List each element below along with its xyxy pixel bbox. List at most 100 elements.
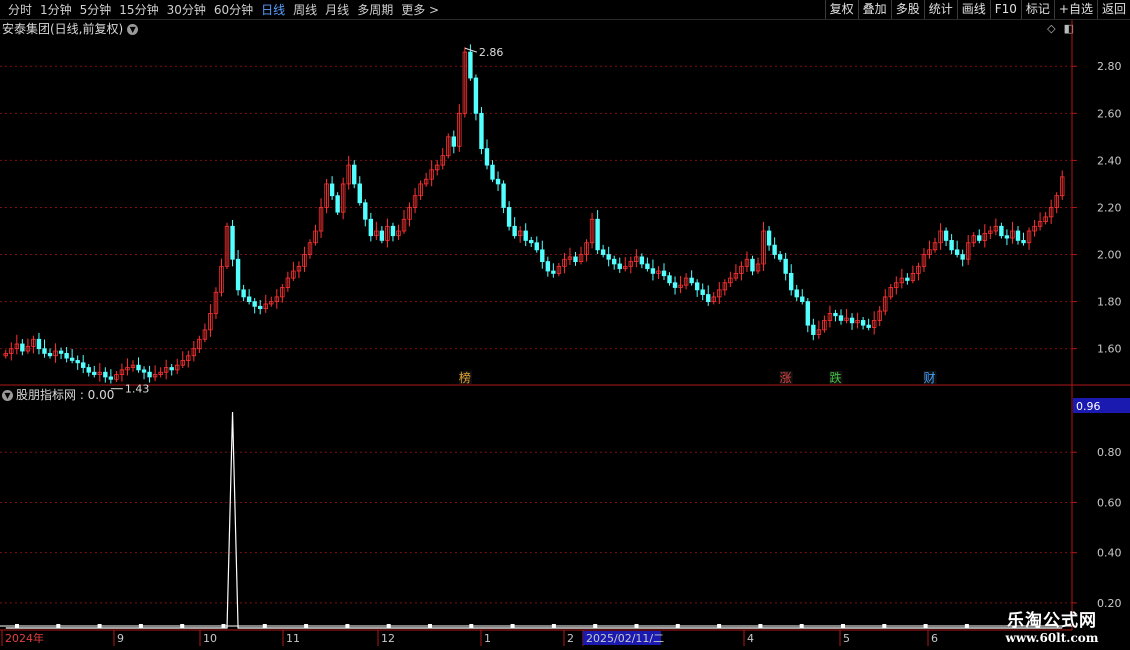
candle-body (357, 183, 362, 204)
x-tick-label: 11 (286, 632, 300, 645)
candle-body (977, 235, 982, 241)
candle-body (617, 263, 622, 270)
candle-body (943, 230, 949, 241)
watermark: 乐淘公式网 www.60lt.com (986, 606, 1118, 645)
x-tick-label: 12 (381, 632, 395, 645)
candle-body (58, 350, 64, 354)
y-tick-label: 2.20 (1097, 201, 1122, 214)
candle-body (545, 261, 551, 272)
indicator-dot (964, 624, 969, 628)
candle-body (75, 360, 80, 364)
indicator-value-text: 0.96 (1076, 400, 1101, 413)
candle-body (689, 277, 694, 284)
candle-body (833, 312, 838, 317)
candle-body (672, 282, 678, 288)
x-tick-label: 2 (567, 632, 574, 645)
indicator-dot (799, 624, 804, 628)
candle-body (169, 367, 174, 371)
low-label: 1.43 (125, 383, 150, 396)
candle-body (69, 357, 75, 361)
y-tick-label: 2.40 (1097, 154, 1122, 167)
candle-body (141, 369, 147, 373)
y-tick-label: 2.80 (1097, 60, 1122, 73)
indicator-dot (386, 624, 391, 628)
candle-body (86, 367, 91, 373)
indicator-line (5, 412, 1063, 629)
indicator-dot (923, 624, 928, 628)
candle-body (147, 371, 152, 378)
indicator-dot (593, 624, 598, 628)
candle-body (706, 294, 711, 303)
candle-body (661, 270, 667, 277)
candle-body (777, 254, 783, 260)
candle-body (506, 207, 512, 227)
candle-body (47, 353, 53, 357)
candle-body (1021, 240, 1026, 244)
candle-body (612, 258, 617, 265)
candle-body (639, 256, 645, 265)
y-tick-label: 2.60 (1097, 107, 1122, 120)
candle-body (954, 249, 960, 255)
indicator-dot (262, 624, 267, 628)
indicator-dot (428, 624, 432, 628)
candle-body (600, 249, 606, 255)
candle-body (573, 256, 578, 263)
candle-body (379, 230, 385, 241)
candle-body (335, 195, 340, 213)
candle-body (783, 258, 788, 274)
indicator-dot (841, 624, 845, 628)
indicator-dot (717, 624, 722, 628)
indicator-dot (551, 624, 556, 628)
candle-body (108, 376, 114, 380)
x-tick-label: 2025/02/11/二 (586, 632, 664, 645)
candle-body (999, 225, 1004, 237)
candle-body (849, 317, 855, 324)
candle-body (246, 296, 252, 303)
candle-body (512, 225, 517, 237)
candle-body (473, 77, 479, 114)
candle-body (811, 324, 816, 335)
candle-body (700, 289, 705, 295)
indicator-dot (221, 624, 226, 628)
candle-body (64, 353, 69, 359)
candle-body (36, 338, 42, 350)
candle-body (645, 263, 650, 270)
candle-body (800, 296, 805, 303)
indicator-dot (97, 624, 102, 628)
x-tick-label: 2024年 (5, 631, 44, 645)
y-tick-label: 2.00 (1097, 249, 1122, 262)
x-tick-label: 9 (117, 632, 124, 645)
candle-body (523, 230, 528, 241)
candle-body (766, 230, 772, 246)
candle-body (667, 275, 672, 284)
candle-body (490, 164, 495, 180)
x-tick-label: 4 (747, 632, 754, 645)
candle-body (235, 258, 241, 291)
indicator-dot (675, 624, 680, 628)
candle-body (501, 183, 506, 208)
candle-body (363, 202, 368, 220)
candle-body (805, 301, 810, 326)
candle-body (1015, 230, 1021, 241)
watermark-title: 乐淘公式网 (1007, 611, 1097, 631)
candle-body (484, 148, 490, 166)
candle-body (606, 254, 611, 260)
candle-body (468, 51, 473, 79)
candle-body (252, 301, 257, 307)
candle-body (650, 268, 656, 274)
candle-body (750, 258, 755, 272)
candle-body (694, 282, 700, 291)
candle-body (772, 244, 777, 255)
x-tick-label: 10 (203, 632, 217, 645)
candle-body (495, 178, 501, 185)
event-marker: 涨 (780, 370, 792, 385)
candle-body (789, 272, 794, 291)
event-marker: 财 (923, 371, 935, 385)
x-tick-label: 5 (843, 632, 850, 645)
candle-body (241, 289, 246, 298)
indicator-dot (758, 624, 763, 628)
indicator-dot (469, 624, 474, 628)
indicator-dot (138, 624, 143, 628)
indicator-dot (304, 624, 309, 628)
candle-body (1004, 235, 1010, 239)
